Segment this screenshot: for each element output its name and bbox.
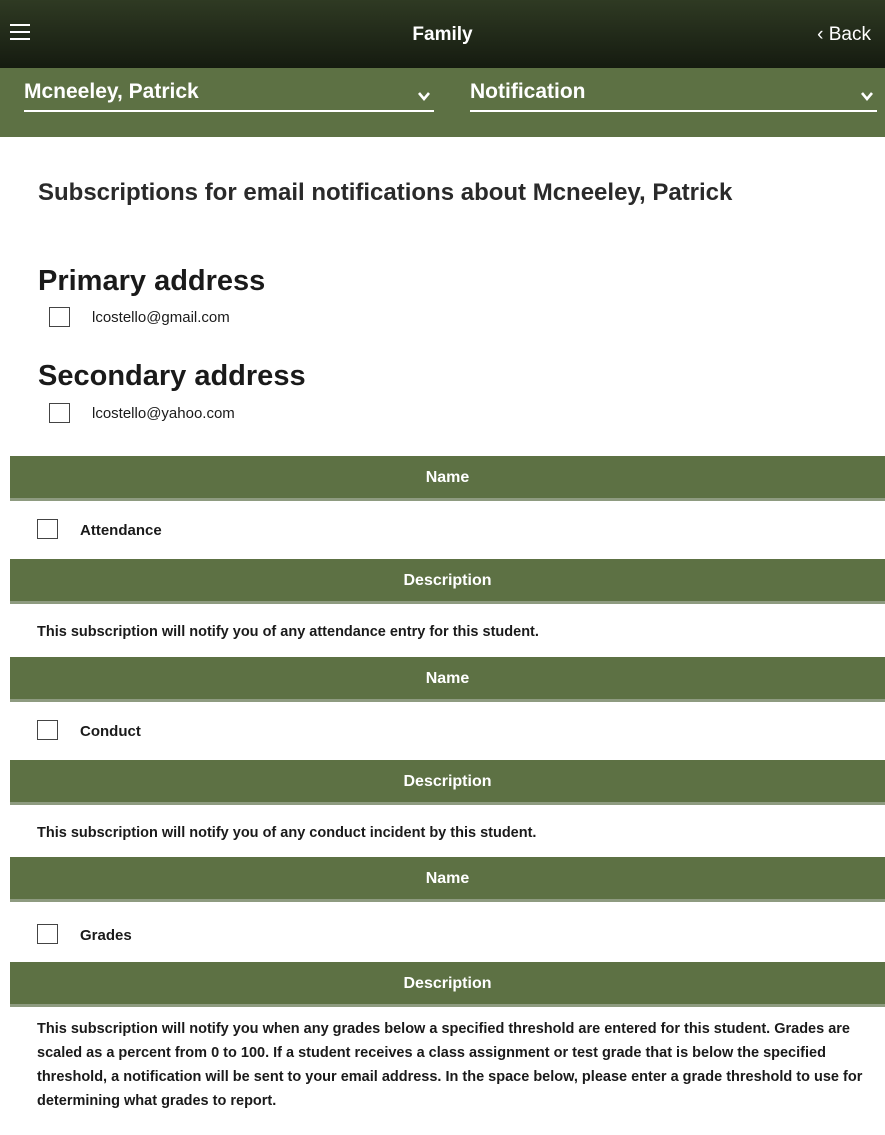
selector-bar: Mcneeley, Patrick Notification xyxy=(0,68,885,137)
grades-checkbox[interactable] xyxy=(37,924,58,944)
subscription-name: Conduct xyxy=(80,723,141,740)
primary-address-email: lcostello@gmail.com xyxy=(92,309,230,326)
name-header-label: Name xyxy=(425,670,470,687)
name-column-header: Name xyxy=(10,657,885,702)
page-select-value: Notification xyxy=(470,80,586,103)
subscriptions-heading: Subscriptions for email notifications ab… xyxy=(38,179,733,206)
name-column-header: Name xyxy=(10,456,885,501)
attendance-checkbox[interactable] xyxy=(37,519,58,539)
subscription-name: Attendance xyxy=(80,522,162,539)
name-column-header: Name xyxy=(10,857,885,902)
subscription-description: This subscription will notify you when a… xyxy=(37,1021,863,1109)
description-header-label: Description xyxy=(403,773,492,790)
name-header-label: Name xyxy=(425,469,470,486)
subscription-description: This subscription will notify you of any… xyxy=(37,624,539,640)
back-button[interactable]: ‹ Back xyxy=(817,24,871,46)
primary-address-title: Primary address xyxy=(38,265,266,297)
subscription-name: Grades xyxy=(80,927,132,944)
student-select[interactable]: Mcneeley, Patrick xyxy=(24,80,434,112)
secondary-address-title: Secondary address xyxy=(38,360,306,392)
secondary-address-checkbox[interactable] xyxy=(49,403,70,423)
description-header-label: Description xyxy=(403,572,492,589)
description-column-header: Description xyxy=(10,962,885,1007)
subscription-description: This subscription will notify you of any… xyxy=(37,825,537,841)
chevron-down-icon xyxy=(418,92,430,102)
description-column-header: Description xyxy=(10,559,885,604)
name-header-label: Name xyxy=(425,870,470,887)
description-column-header: Description xyxy=(10,760,885,805)
conduct-checkbox[interactable] xyxy=(37,720,58,740)
primary-address-checkbox[interactable] xyxy=(49,307,70,327)
secondary-address-email: lcostello@yahoo.com xyxy=(92,405,235,422)
student-select-value: Mcneeley, Patrick xyxy=(24,80,199,103)
page-title: Family xyxy=(412,24,473,45)
description-header-label: Description xyxy=(403,975,492,992)
chevron-down-icon xyxy=(861,92,873,102)
app-header: Family ‹ Back xyxy=(0,0,885,68)
page-select[interactable]: Notification xyxy=(470,80,877,112)
